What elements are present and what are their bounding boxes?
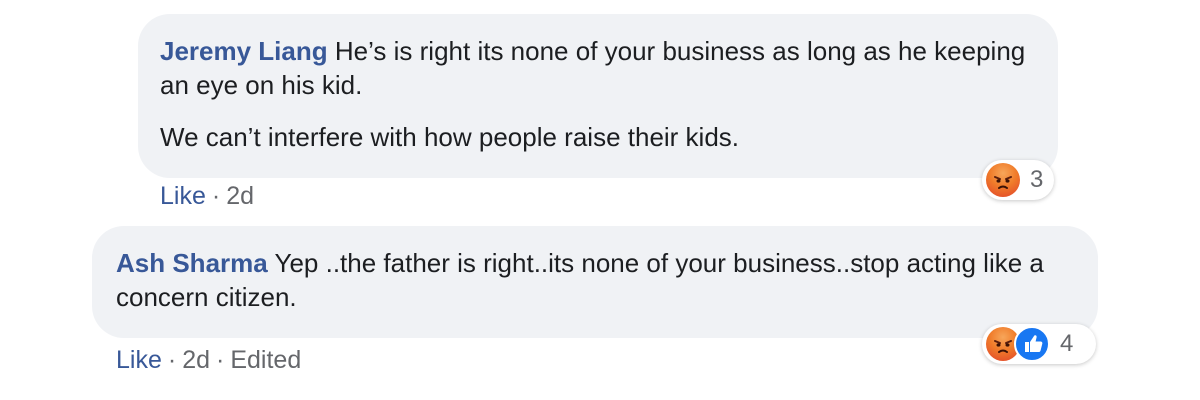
comment-author-link[interactable]: Jeremy Liang: [160, 36, 328, 66]
comment-timestamp[interactable]: 2d: [182, 346, 210, 374]
comment-bubble: Ash Sharma Yep ..the father is right..it…: [92, 226, 1098, 338]
edited-label[interactable]: Edited: [230, 346, 301, 374]
like-button[interactable]: Like: [160, 182, 206, 210]
separator: ·: [216, 346, 225, 374]
comment-actions: Like · 2d: [160, 182, 254, 211]
reaction-count: 3: [1030, 166, 1044, 193]
reactions-summary[interactable]: 3: [982, 160, 1054, 200]
comment-actions: Like · 2d · Edited: [116, 346, 301, 375]
reaction-count: 4: [1060, 330, 1074, 357]
comment-text-paragraph-2: We can’t interfere with how people raise…: [160, 122, 740, 152]
comment-text-paragraph: Jeremy Liang He’s is right its none of y…: [160, 34, 1036, 102]
comment-bubble: Jeremy Liang He’s is right its none of y…: [138, 14, 1058, 178]
comment-timestamp[interactable]: 2d: [226, 182, 254, 210]
separator: ·: [211, 182, 221, 210]
angry-icon: [986, 163, 1020, 197]
like-button[interactable]: Like: [116, 346, 162, 374]
reactions-summary[interactable]: 4: [982, 324, 1096, 364]
like-reaction-icon: [1014, 326, 1050, 362]
separator: ·: [167, 346, 177, 374]
comment-text-paragraph: Ash Sharma Yep ..the father is right..it…: [116, 246, 1076, 314]
comment-author-link[interactable]: Ash Sharma: [116, 248, 268, 278]
